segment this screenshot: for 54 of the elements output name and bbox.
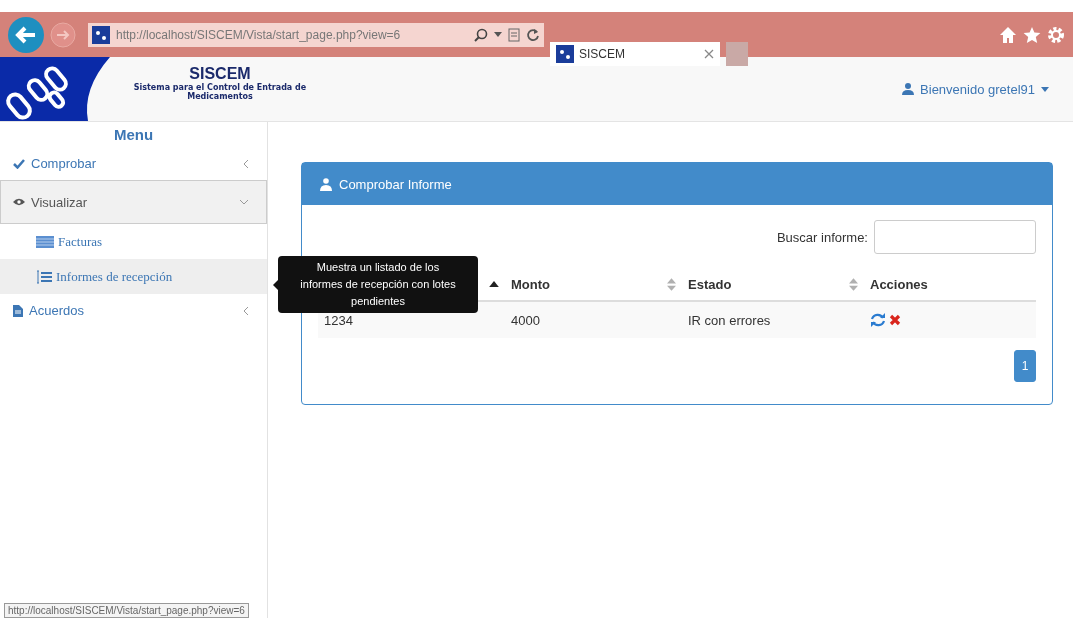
site-icon: [556, 45, 574, 63]
sort-icon[interactable]: [667, 277, 676, 291]
back-button[interactable]: [8, 16, 44, 53]
user-icon: [902, 83, 915, 95]
sort-up-icon[interactable]: [489, 281, 499, 287]
forward-button[interactable]: [50, 21, 76, 48]
panel-title: Comprobar Informe: [339, 176, 452, 192]
caret-icon[interactable]: [494, 31, 502, 38]
submenu-item[interactable]: Informes de recepción: [0, 259, 267, 294]
page-button[interactable]: 1: [1014, 350, 1036, 382]
menu-title: Menu: [112, 125, 155, 145]
table-cell: 1234: [324, 312, 353, 328]
chevron-left-icon: [243, 159, 248, 168]
star-icon[interactable]: [1023, 25, 1041, 44]
chevron-down-icon: [240, 199, 248, 205]
users-icon: [320, 177, 332, 191]
status-url: http://localhost/SISCEM/Vista/start_page.php?view=6: [4, 603, 249, 618]
table-cell: IR con errores: [688, 312, 771, 328]
column-header[interactable]: Acciones: [870, 276, 928, 292]
submenu-item[interactable]: Facturas: [0, 224, 267, 259]
column-header[interactable]: Estado: [688, 276, 732, 292]
eye-icon: [13, 198, 25, 206]
close-icon[interactable]: [704, 49, 714, 59]
address-bar[interactable]: http://localhost/SISCEM/Vista/start_page.php?view=6: [88, 22, 544, 47]
check-icon: [13, 158, 25, 169]
user-menu[interactable]: Bienvenido gretel91: [902, 81, 1049, 97]
search-label: Buscar informe:: [776, 229, 868, 245]
table-cell: 4000: [511, 312, 540, 328]
site-icon: [92, 25, 110, 44]
menu-item[interactable]: Acuerdos: [0, 294, 267, 327]
app-subtitle: Sistema para el Control de Entrada de Medicamentos: [132, 83, 308, 101]
tab-title: SISCEM: [579, 47, 626, 61]
delete-icon[interactable]: [889, 314, 901, 326]
settings-icon[interactable]: [1047, 25, 1065, 44]
tooltip: Muestra un listado de los informes de recepción con lotes pendientes: [278, 256, 478, 313]
list-icon: [36, 269, 52, 284]
home-icon[interactable]: [999, 25, 1017, 44]
page-icon[interactable]: [508, 27, 520, 42]
url-text: http://localhost/SISCEM/Vista/start_page.php?view=6: [116, 27, 402, 42]
sort-icon[interactable]: [849, 277, 858, 291]
table-icon: [36, 235, 54, 248]
caret-icon: [1041, 86, 1049, 92]
browser-tab[interactable]: SISCEM: [550, 42, 720, 66]
menu-item[interactable]: Comprobar: [0, 147, 267, 180]
search-icon[interactable]: [474, 27, 488, 42]
menu-item[interactable]: Visualizar: [0, 180, 267, 224]
search-field[interactable]: [874, 220, 1036, 254]
welcome-text: Bienvenido gretel91: [920, 81, 1035, 97]
refresh-icon[interactable]: [870, 313, 886, 327]
file-icon: [13, 304, 23, 317]
chevron-left-icon: [243, 306, 248, 315]
column-header[interactable]: Monto: [511, 276, 550, 292]
refresh-icon[interactable]: [526, 27, 540, 42]
app-title: SISCEM: [188, 65, 252, 83]
